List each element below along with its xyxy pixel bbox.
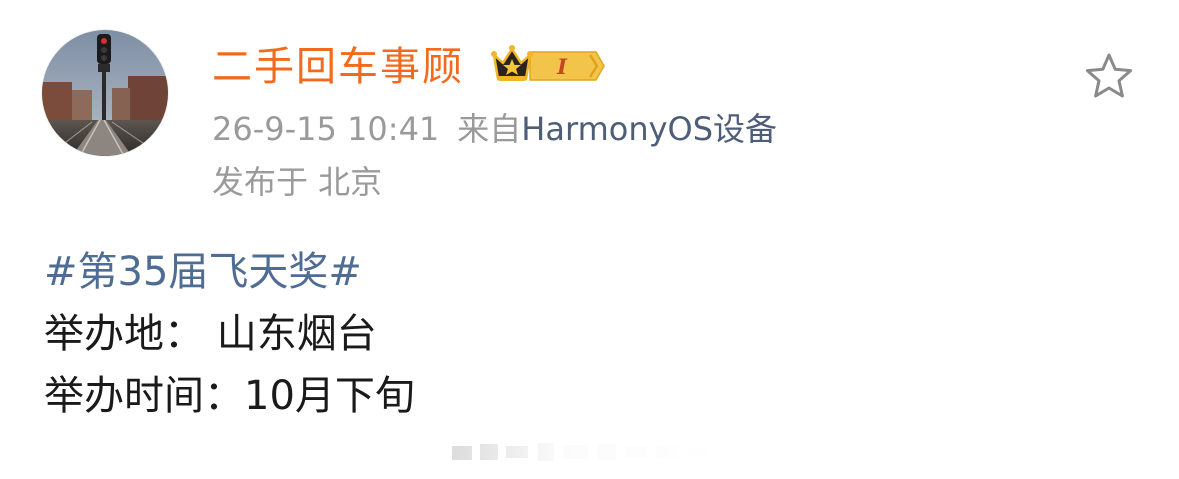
avatar[interactable] [42, 30, 168, 156]
crown-level-badge-icon[interactable]: I [490, 43, 608, 89]
source-label: 来自 [457, 110, 522, 148]
source-device-link[interactable]: HarmonyOS设备 [521, 110, 777, 148]
text-fade-overlay [440, 432, 740, 472]
post-time: 26-9-15 10:41 [212, 110, 440, 148]
post-text-line: 举办地： 山东烟台 [44, 311, 377, 357]
hashtag-link[interactable]: #第35届飞天奖# [44, 242, 415, 304]
star-outline-icon [1085, 53, 1133, 98]
post-location: 发布于 北京 [212, 163, 383, 201]
favorite-button[interactable] [1084, 52, 1134, 100]
post-meta: 26-9-15 10:41 来自HarmonyOS设备 [212, 106, 777, 152]
post-text-line: 举办时间：10月下旬 [44, 373, 415, 419]
post-content: #第35届飞天奖# 举办地： 山东烟台 举办时间：10月下旬 [44, 242, 415, 428]
username[interactable]: 二手回车事顾 [212, 40, 464, 94]
badge-level-text: I [556, 54, 568, 79]
